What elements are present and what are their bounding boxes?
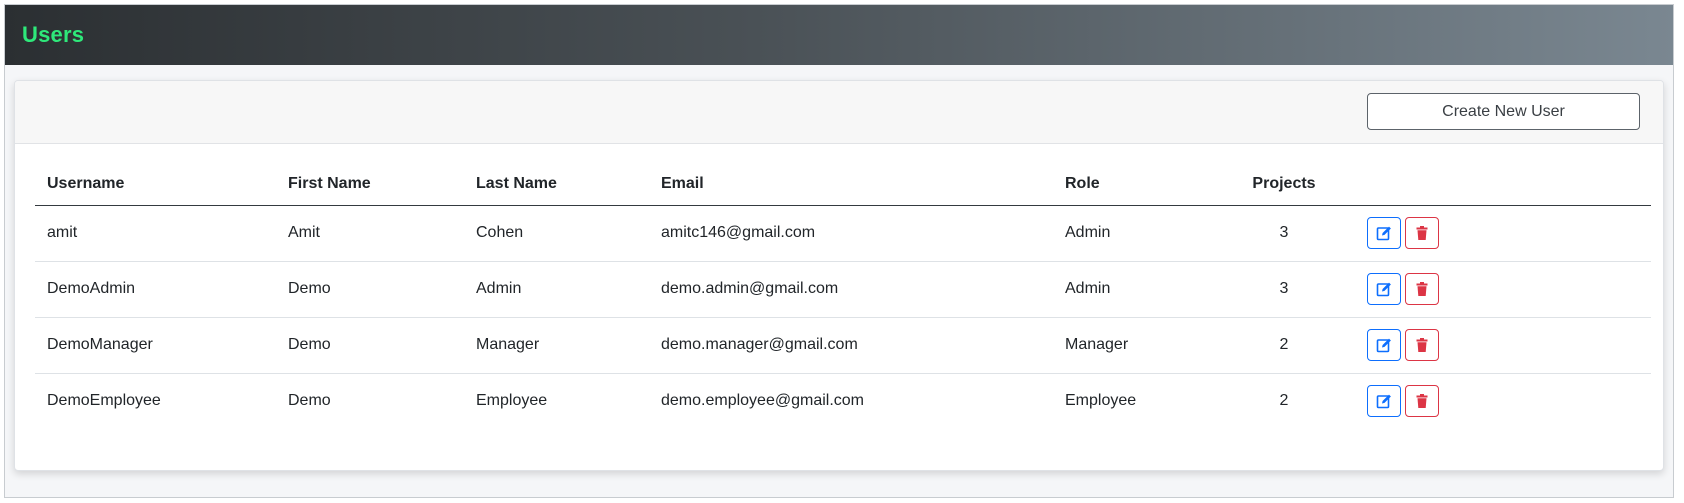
cell-username: amit [35, 205, 276, 262]
row-actions [1367, 273, 1651, 305]
cell-last-name: Manager [464, 317, 649, 374]
row-actions [1367, 329, 1651, 361]
delete-user-button[interactable] [1405, 217, 1439, 249]
column-header-username: Username [35, 163, 276, 206]
table-header-row: Username First Name Last Name Email Role… [35, 163, 1651, 206]
table-row: amit Amit Cohen amitc146@gmail.com Admin… [35, 205, 1651, 262]
edit-icon [1376, 282, 1391, 297]
cell-actions [1355, 373, 1651, 429]
cell-role: Manager [1053, 317, 1213, 374]
cell-username: DemoAdmin [35, 261, 276, 318]
table-row: DemoAdmin Demo Admin demo.admin@gmail.co… [35, 261, 1651, 318]
trash-icon [1416, 226, 1428, 240]
cell-username: DemoManager [35, 317, 276, 374]
cell-role: Admin [1053, 205, 1213, 262]
edit-user-button[interactable] [1367, 385, 1401, 418]
edit-user-button[interactable] [1367, 273, 1401, 305]
top-navbar: Users [5, 5, 1673, 65]
cell-role: Admin [1053, 261, 1213, 318]
cell-projects: 2 [1213, 317, 1355, 374]
card-header: Create New User [15, 81, 1663, 144]
cell-projects: 3 [1213, 205, 1355, 262]
column-header-last-name: Last Name [464, 163, 649, 206]
users-table: Username First Name Last Name Email Role… [35, 163, 1651, 429]
users-table-wrapper: Username First Name Last Name Email Role… [35, 163, 1651, 429]
trash-icon [1416, 338, 1428, 352]
edit-icon [1376, 338, 1391, 353]
cell-last-name: Admin [464, 261, 649, 318]
table-row: DemoManager Demo Manager demo.manager@gm… [35, 317, 1651, 374]
edit-icon [1376, 226, 1391, 241]
cell-first-name: Demo [276, 317, 464, 374]
delete-user-button[interactable] [1405, 385, 1439, 418]
column-header-email: Email [649, 163, 1053, 206]
cell-email: amitc146@gmail.com [649, 205, 1053, 262]
column-header-first-name: First Name [276, 163, 464, 206]
brand-title[interactable]: Users [22, 22, 84, 48]
cell-email: demo.admin@gmail.com [649, 261, 1053, 318]
edit-user-button[interactable] [1367, 329, 1401, 361]
cell-actions [1355, 205, 1651, 262]
column-header-actions [1355, 163, 1651, 206]
cell-first-name: Amit [276, 205, 464, 262]
cell-last-name: Employee [476, 392, 548, 410]
column-header-role: Role [1053, 163, 1213, 206]
cell-email: demo.manager@gmail.com [649, 317, 1053, 374]
cell-actions [1355, 317, 1651, 374]
trash-icon [1416, 394, 1428, 409]
table-row: DemoEmployee Demo Employee demo.employee… [35, 373, 1651, 429]
cell-actions [1355, 261, 1651, 318]
delete-user-button[interactable] [1405, 273, 1439, 305]
trash-icon [1416, 282, 1428, 296]
cell-projects: 3 [1213, 261, 1355, 318]
edit-icon [1376, 394, 1391, 409]
cell-last-name: Cohen [464, 205, 649, 262]
main-content: Create New User Username First Name Last… [5, 65, 1673, 497]
cell-role: Employee [1065, 392, 1137, 410]
delete-user-button[interactable] [1405, 329, 1439, 361]
column-header-projects: Projects [1213, 163, 1355, 206]
cell-first-name: Demo [276, 261, 464, 318]
users-card: Create New User Username First Name Last… [14, 80, 1664, 471]
row-actions [1367, 385, 1651, 418]
cell-email: demo.employee@gmail.com [661, 392, 864, 410]
edit-user-button[interactable] [1367, 217, 1401, 249]
cell-username: DemoEmployee [47, 392, 161, 410]
row-actions [1367, 217, 1651, 249]
create-new-user-button[interactable]: Create New User [1367, 93, 1640, 130]
cell-first-name: Demo [288, 392, 331, 410]
app-window: Users Create New User Username First Nam… [4, 4, 1674, 498]
cell-projects: 2 [1279, 392, 1289, 410]
